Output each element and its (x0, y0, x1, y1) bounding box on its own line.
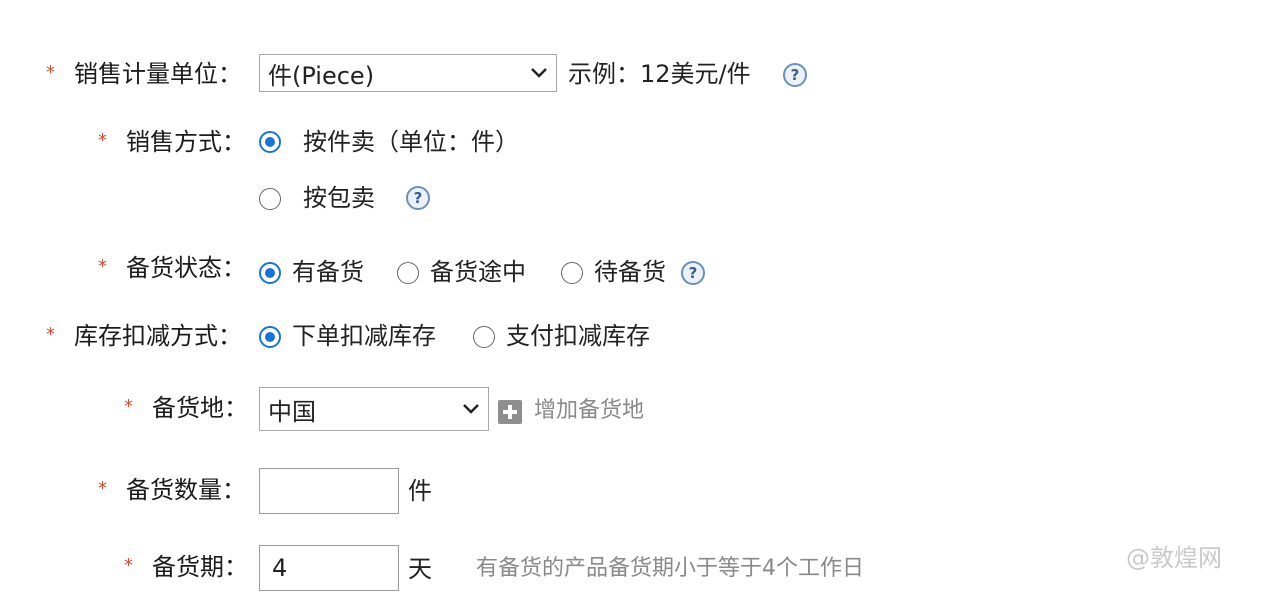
required-mark: * (98, 478, 107, 499)
radio-in-transit-label: 备货途中 (430, 258, 526, 286)
radio-sale-by-piece[interactable] (259, 131, 281, 153)
stock-status-label: 备货状态： (126, 254, 246, 282)
stock-location-value: 中国 (268, 397, 316, 426)
inventory-deduct-label: 库存扣减方式： (74, 322, 242, 350)
radio-deduct-on-payment-label: 支付扣减库存 (506, 322, 650, 350)
chevron-down-icon (522, 55, 556, 91)
stock-quantity-label: 备货数量： (126, 476, 246, 504)
unit-select[interactable]: 件(Piece) (259, 54, 557, 92)
required-mark: * (98, 130, 107, 151)
chevron-down-icon (454, 388, 488, 430)
required-mark: * (98, 256, 107, 277)
radio-pending-stock-label: 待备货 (594, 258, 666, 286)
stock-location-label: 备货地： (152, 394, 248, 422)
required-mark: * (46, 324, 55, 345)
stock-period-hint: 有备货的产品备货期小于等于4个工作日 (476, 556, 864, 581)
radio-in-transit[interactable] (397, 262, 419, 284)
unit-label: 销售计量单位： (74, 60, 242, 88)
help-icon[interactable]: ? (406, 186, 430, 210)
stock-quantity-input[interactable] (259, 468, 399, 514)
radio-deduct-on-order-label: 下单扣减库存 (292, 322, 436, 350)
stock-period-input[interactable]: 4 (259, 545, 399, 591)
stock-quantity-unit: 件 (408, 477, 432, 505)
watermark: @敦煌网 (1126, 544, 1222, 572)
radio-sale-by-pack[interactable] (259, 188, 281, 210)
unit-example: 示例：12美元/件 (568, 60, 751, 88)
required-mark: * (46, 62, 55, 83)
required-mark: * (124, 555, 133, 576)
radio-in-stock[interactable] (259, 262, 281, 284)
stock-period-label: 备货期： (152, 553, 248, 581)
required-mark: * (124, 396, 133, 417)
stock-period-unit: 天 (408, 555, 432, 583)
add-stock-location-link[interactable]: 增加备货地 (534, 400, 644, 422)
radio-in-stock-label: 有备货 (292, 258, 364, 286)
radio-sale-by-pack-label: 按包卖 (303, 184, 375, 212)
help-icon[interactable]: ? (783, 63, 807, 87)
unit-select-value: 件(Piece) (268, 61, 375, 90)
radio-deduct-on-order[interactable] (259, 326, 281, 348)
help-icon[interactable]: ? (681, 261, 705, 285)
radio-pending-stock[interactable] (561, 262, 583, 284)
plus-square-icon[interactable] (498, 400, 522, 424)
radio-sale-by-piece-label: 按件卖（单位：件） (303, 128, 519, 156)
stock-location-select[interactable]: 中国 (259, 387, 489, 431)
sale-method-label: 销售方式： (126, 128, 246, 156)
radio-deduct-on-payment[interactable] (473, 326, 495, 348)
